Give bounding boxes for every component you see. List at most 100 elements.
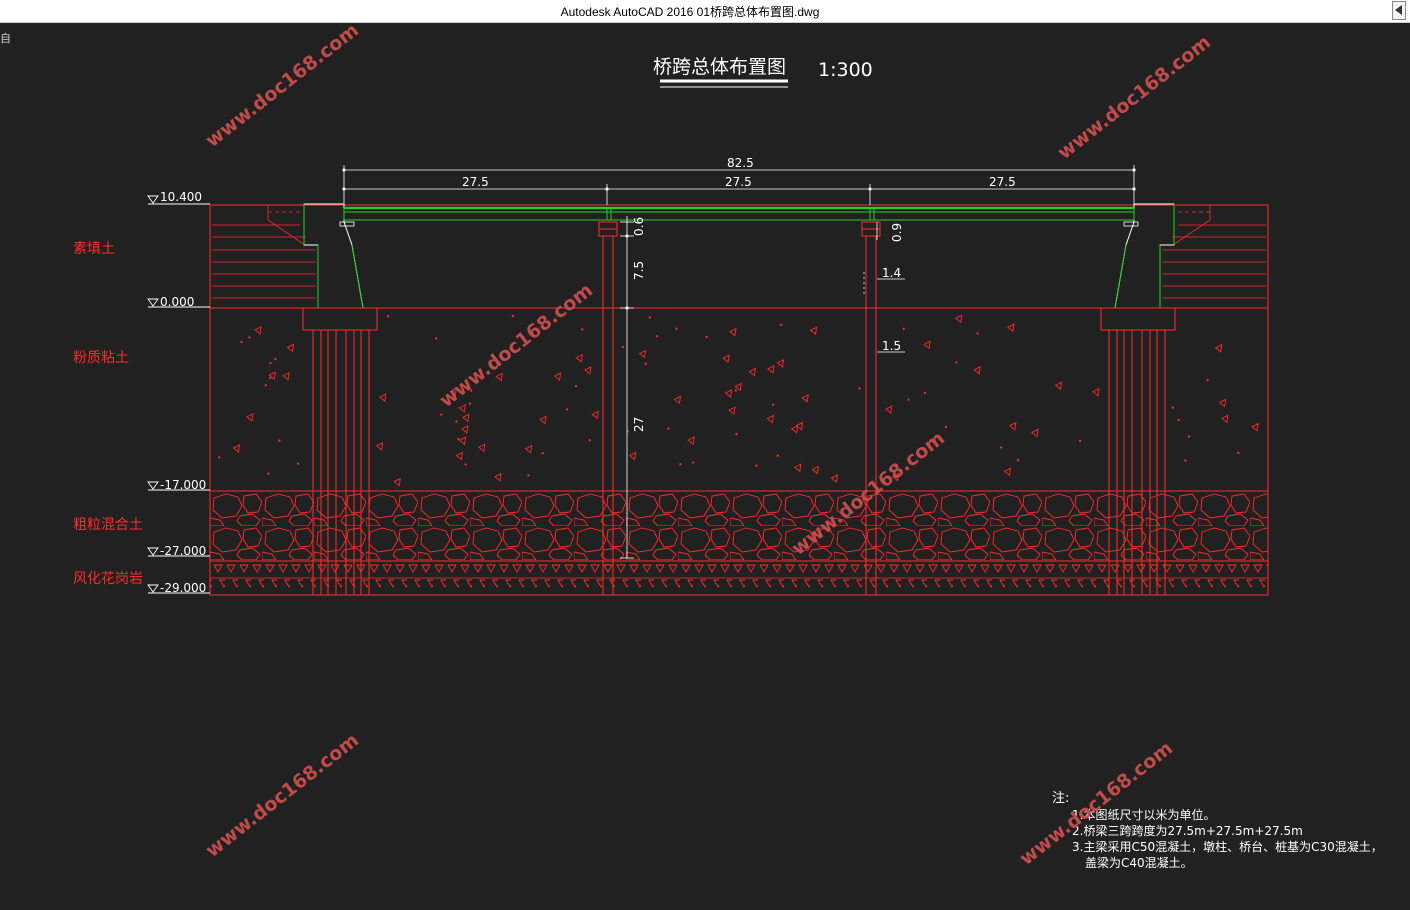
- clay-hatch-mark: [673, 395, 681, 405]
- clay-hatch-mark: [766, 414, 775, 424]
- clay-hatch-mark: [687, 436, 695, 445]
- clay-hatch-mark: [728, 406, 736, 416]
- clay-hatch-dot: [976, 332, 979, 335]
- dim-cap-height-right: 0.9: [890, 223, 904, 242]
- drawing-canvas[interactable]: 桥跨总体布置图 1:300 82.5 27.5 27.5 27.5 0.6 0.…: [0, 19, 1410, 906]
- clay-hatch-dot: [944, 425, 947, 429]
- drawing-title: 桥跨总体布置图: [653, 56, 786, 78]
- clay-hatch-dot: [565, 408, 569, 411]
- clay-hatch: [217, 314, 1259, 487]
- clay-hatch-dot: [902, 327, 905, 331]
- clay-hatch-mark: [923, 340, 931, 350]
- clay-hatch-mark: [282, 371, 290, 381]
- clay-hatch-dot: [1206, 379, 1209, 382]
- watermark: www.doc168.com: [202, 23, 363, 152]
- window-title: Autodesk AutoCAD 2016 01桥跨总体布置图.dwg: [560, 5, 820, 19]
- clay-hatch-dot: [264, 384, 267, 387]
- clay-hatch-dot: [858, 387, 861, 390]
- clay-hatch-mark: [767, 365, 775, 374]
- layer-label-granite: 风化花岗岩: [73, 571, 143, 587]
- clay-hatch-mark: [495, 372, 503, 382]
- clay-hatch-mark: [1003, 467, 1012, 477]
- clay-hatch-mark: [954, 314, 963, 324]
- clay-hatch-mark: [638, 349, 647, 359]
- clay-hatch-mark: [830, 474, 838, 483]
- clay-hatch-mark: [628, 451, 637, 461]
- embankment-right: [1159, 204, 1268, 308]
- clay-hatch-mark: [393, 477, 401, 487]
- clay-hatch-dot: [457, 437, 460, 441]
- clay-hatch-mark: [1218, 398, 1227, 408]
- dim-pile-width: 1.5: [882, 339, 901, 353]
- clay-hatch-dot: [435, 337, 438, 340]
- clay-hatch-dot: [440, 413, 443, 416]
- elevation-ground: 0.000: [160, 295, 194, 309]
- layer-label-fill: 素填土: [73, 241, 115, 257]
- clay-hatch-dot: [574, 384, 578, 388]
- dim-span-1: 27.5: [462, 175, 489, 189]
- clay-hatch-mark: [461, 425, 469, 434]
- clay-hatch-dot: [734, 389, 737, 392]
- clay-hatch-mark: [232, 444, 241, 453]
- clay-hatch-dot: [705, 335, 708, 339]
- layer-label-clay: 粉质粘土: [73, 350, 129, 366]
- clay-hatch-mark: [1054, 381, 1063, 391]
- clay-hatch-dot: [771, 403, 775, 406]
- elevation-symbols: [147, 195, 210, 594]
- clay-hatch-mark: [973, 365, 981, 375]
- clay-hatch-dot: [468, 402, 472, 405]
- elevation-minus-27: -27.000: [160, 544, 206, 558]
- watermark: www.doc168.com: [436, 279, 597, 412]
- dimension-ticks: [342, 168, 1136, 310]
- clay-hatch-mark: [462, 413, 470, 423]
- clay-hatch-dot: [248, 336, 251, 339]
- clay-hatch-dot: [278, 439, 281, 442]
- clay-hatch-dot: [527, 474, 530, 477]
- clay-hatch-mark: [724, 389, 733, 398]
- clay-hatch-mark: [811, 465, 819, 475]
- clay-hatch-mark: [458, 404, 466, 413]
- clay-hatch-mark: [524, 445, 533, 454]
- watermark: www.doc168.com: [1054, 31, 1215, 164]
- clay-hatch-dot: [267, 472, 270, 475]
- dim-cap-height: 0.6: [632, 217, 646, 236]
- clay-hatch-dot: [1187, 435, 1191, 438]
- clay-hatch-dot: [780, 323, 783, 326]
- clay-hatch-dot: [464, 463, 467, 466]
- title-bar: Autodesk AutoCAD 2016 01桥跨总体布置图.dwg: [0, 0, 1410, 23]
- dim-pile-length: 27: [632, 417, 646, 432]
- clay-hatch-dot: [692, 461, 695, 464]
- clay-hatch-mark: [776, 359, 785, 368]
- clay-hatch-mark: [375, 442, 384, 451]
- clay-hatch-mark: [793, 463, 802, 473]
- clay-hatch-mark: [494, 472, 502, 482]
- clay-hatch-dot: [588, 439, 591, 442]
- dim-span-3: 27.5: [989, 175, 1016, 189]
- elevation-minus-29: -29.000: [160, 581, 206, 595]
- scroll-left-button[interactable]: [1392, 1, 1406, 20]
- clay-hatch-dot: [511, 314, 515, 318]
- clay-hatch-dot: [541, 452, 544, 455]
- notes-line-4: 盖梁为C40混凝土。: [1085, 855, 1193, 870]
- clay-hatch-mark: [458, 436, 467, 446]
- elevation-minus-17: -17.000: [160, 478, 206, 492]
- clay-hatch-dot: [274, 357, 277, 361]
- clay-hatch-dot: [679, 463, 682, 466]
- clay-hatch-mark: [748, 367, 756, 377]
- clay-hatch-dot: [1184, 459, 1187, 462]
- clay-hatch-mark: [1092, 387, 1100, 397]
- clay-hatch-dot: [648, 316, 651, 319]
- clay-hatch-dot: [581, 328, 584, 331]
- clay-hatch-dot: [655, 335, 659, 338]
- clay-hatch-mark: [539, 415, 547, 425]
- main-girder: [343, 206, 1135, 221]
- clay-hatch-dot: [455, 420, 458, 423]
- clay-hatch-dot: [667, 427, 670, 430]
- clay-hatch-mark: [286, 343, 295, 353]
- clay-hatch-mark: [478, 443, 486, 453]
- clay-hatch-dot: [217, 456, 221, 459]
- clay-hatch-dot: [240, 340, 243, 344]
- dim-total: 82.5: [727, 156, 754, 170]
- clay-hatch-mark: [809, 326, 818, 336]
- clay-hatch-mark: [1214, 343, 1223, 353]
